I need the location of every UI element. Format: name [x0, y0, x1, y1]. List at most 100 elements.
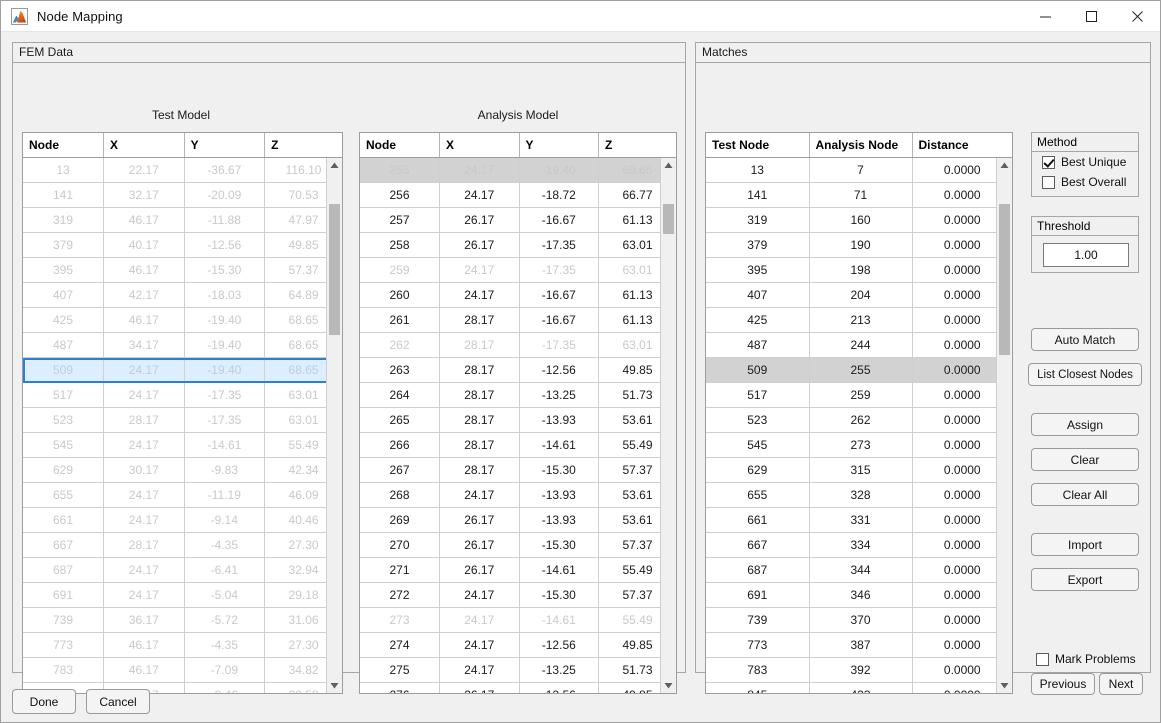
table-row[interactable]: 523 28.17 -17.35 63.01: [23, 407, 342, 433]
table-row[interactable]: 545 24.17 -14.61 55.49: [23, 432, 342, 458]
test-model-table[interactable]: Node X Y Z 13 22.17 -36.67 116.10 141 32.17 -2…: [22, 132, 343, 694]
column-header[interactable]: Z: [598, 133, 676, 158]
scroll-up-icon[interactable]: [327, 158, 342, 174]
table-row[interactable]: 661 331 0.0000: [706, 507, 1012, 533]
table-row[interactable]: 270 26.17 -15.30 57.37: [360, 532, 676, 558]
table-row[interactable]: 517 259 0.0000: [706, 382, 1012, 408]
table-row[interactable]: 13 7 0.0000: [706, 157, 1012, 183]
table-row[interactable]: 267 28.17 -15.30 57.37: [360, 457, 676, 483]
table-row[interactable]: 8454230.0000: [706, 682, 1012, 693]
table-row[interactable]: 661 24.17 -9.14 40.46: [23, 507, 342, 533]
table-row[interactable]: 379 190 0.0000: [706, 232, 1012, 258]
next-button[interactable]: Next: [1099, 673, 1143, 695]
table-row[interactable]: 266 28.17 -14.61 55.49: [360, 432, 676, 458]
column-header[interactable]: Node: [23, 133, 105, 158]
table-row[interactable]: 264 28.17 -13.25 51.73: [360, 382, 676, 408]
table-row[interactable]: 655 328 0.0000: [706, 482, 1012, 508]
table-row[interactable]: 629 315 0.0000: [706, 457, 1012, 483]
table-row[interactable]: 255 24.17 -19.40 68.65: [360, 157, 676, 183]
scroll-down-icon[interactable]: [997, 677, 1012, 693]
table-row[interactable]: 691 346 0.0000: [706, 582, 1012, 608]
previous-button[interactable]: Previous: [1031, 673, 1095, 695]
test-model-scrollbar[interactable]: [326, 157, 342, 693]
table-row[interactable]: 425 46.17 -19.40 68.65: [23, 307, 342, 333]
matches-scrollbar[interactable]: [996, 157, 1012, 693]
checkbox-best-overall[interactable]: Best Overall: [1032, 172, 1138, 192]
clear-all-button[interactable]: Clear All: [1031, 483, 1139, 506]
scrollbar-thumb[interactable]: [663, 203, 674, 234]
table-row[interactable]: 407 204 0.0000: [706, 282, 1012, 308]
table-row[interactable]: 141 71 0.0000: [706, 182, 1012, 208]
table-row[interactable]: 13 22.17 -36.67 116.10: [23, 157, 342, 183]
scroll-up-icon[interactable]: [997, 158, 1012, 174]
table-row[interactable]: 379 40.17 -12.56 49.85: [23, 232, 342, 258]
scrollbar-thumb[interactable]: [329, 203, 340, 335]
cancel-button[interactable]: Cancel: [86, 689, 150, 714]
column-header[interactable]: X: [439, 133, 520, 158]
table-row[interactable]: 691 24.17 -5.04 29.18: [23, 582, 342, 608]
column-header[interactable]: Node: [360, 133, 441, 158]
table-row[interactable]: 259 24.17 -17.35 63.01: [360, 257, 676, 283]
table-row[interactable]: 629 30.17 -9.83 42.34: [23, 457, 342, 483]
checkbox-box[interactable]: [1042, 155, 1055, 169]
table-row[interactable]: 395 198 0.0000: [706, 257, 1012, 283]
analysis-model-table[interactable]: Node X Y Z 255 24.17 -19.40 68.65 256 24.17 -1…: [359, 132, 677, 694]
checkbox-best-unique[interactable]: Best Unique: [1032, 152, 1138, 172]
minimize-icon[interactable]: [1022, 1, 1068, 32]
table-row[interactable]: 395 46.17 -15.30 57.37: [23, 257, 342, 283]
table-row[interactable]: 263 28.17 -12.56 49.85: [360, 357, 676, 383]
table-row[interactable]: 258 26.17 -17.35 63.01: [360, 232, 676, 258]
analysis-model-scrollbar[interactable]: [660, 157, 676, 693]
table-row[interactable]: 407 42.17 -18.03 64.89: [23, 282, 342, 308]
table-row[interactable]: 273 24.17 -14.61 55.49: [360, 607, 676, 633]
maximize-icon[interactable]: [1068, 1, 1114, 32]
table-row[interactable]: 687 344 0.0000: [706, 557, 1012, 583]
column-header[interactable]: X: [103, 133, 185, 158]
threshold-input[interactable]: 1.00: [1043, 243, 1129, 267]
table-row[interactable]: 773 387 0.0000: [706, 632, 1012, 658]
scrollbar-thumb[interactable]: [999, 203, 1010, 355]
table-row[interactable]: 274 24.17 -12.56 49.85: [360, 632, 676, 658]
checkbox-box[interactable]: [1042, 175, 1055, 189]
table-row[interactable]: 783 392 0.0000: [706, 657, 1012, 683]
checkbox-mark-problems[interactable]: Mark Problems: [1036, 652, 1136, 666]
table-row[interactable]: 687 24.17 -6.41 32.94: [23, 557, 342, 583]
column-header[interactable]: Analysis Node: [809, 133, 913, 158]
table-row[interactable]: 262 28.17 -17.35 63.01: [360, 332, 676, 358]
clear-button[interactable]: Clear: [1031, 448, 1139, 471]
column-header[interactable]: Z: [264, 133, 342, 158]
table-row[interactable]: 272 24.17 -15.30 57.37: [360, 582, 676, 608]
scroll-up-icon[interactable]: [661, 158, 676, 174]
column-header[interactable]: Test Node: [706, 133, 810, 158]
table-row[interactable]: 261 28.17 -16.67 61.13: [360, 307, 676, 333]
table-row[interactable]: 739 370 0.0000: [706, 607, 1012, 633]
table-row[interactable]: 655 24.17 -11.19 46.09: [23, 482, 342, 508]
table-row[interactable]: 269 26.17 -13.93 53.61: [360, 507, 676, 533]
table-row[interactable]: 256 24.17 -18.72 66.77: [360, 182, 676, 208]
table-row[interactable]: 319 160 0.0000: [706, 207, 1012, 233]
table-row[interactable]: 27626.17-12.5649.85: [360, 682, 676, 693]
close-icon[interactable]: [1114, 1, 1160, 32]
table-row[interactable]: 667 28.17 -4.35 27.30: [23, 532, 342, 558]
done-button[interactable]: Done: [12, 689, 76, 714]
table-row[interactable]: 319 46.17 -11.88 47.97: [23, 207, 342, 233]
import-button[interactable]: Import: [1031, 533, 1139, 556]
table-row[interactable]: 667 334 0.0000: [706, 532, 1012, 558]
table-row[interactable]: 523 262 0.0000: [706, 407, 1012, 433]
table-row[interactable]: 545 273 0.0000: [706, 432, 1012, 458]
column-header[interactable]: Y: [184, 133, 266, 158]
matches-table[interactable]: Test Node Analysis Node Distance 13 7 0.00…: [705, 132, 1013, 694]
table-row[interactable]: 260 24.17 -16.67 61.13: [360, 282, 676, 308]
table-row[interactable]: 487 244 0.0000: [706, 332, 1012, 358]
scroll-down-icon[interactable]: [661, 677, 676, 693]
table-row[interactable]: 275 24.17 -13.25 51.73: [360, 657, 676, 683]
table-row[interactable]: 517 24.17 -17.35 63.01: [23, 382, 342, 408]
table-row[interactable]: 425 213 0.0000: [706, 307, 1012, 333]
table-row[interactable]: 271 26.17 -14.61 55.49: [360, 557, 676, 583]
checkbox-box[interactable]: [1036, 652, 1049, 666]
export-button[interactable]: Export: [1031, 568, 1139, 591]
scroll-down-icon[interactable]: [327, 677, 342, 693]
table-row[interactable]: 257 26.17 -16.67 61.13: [360, 207, 676, 233]
auto-match-button[interactable]: Auto Match: [1031, 328, 1139, 351]
table-row[interactable]: 509 24.17 -19.40 68.65: [23, 357, 342, 383]
